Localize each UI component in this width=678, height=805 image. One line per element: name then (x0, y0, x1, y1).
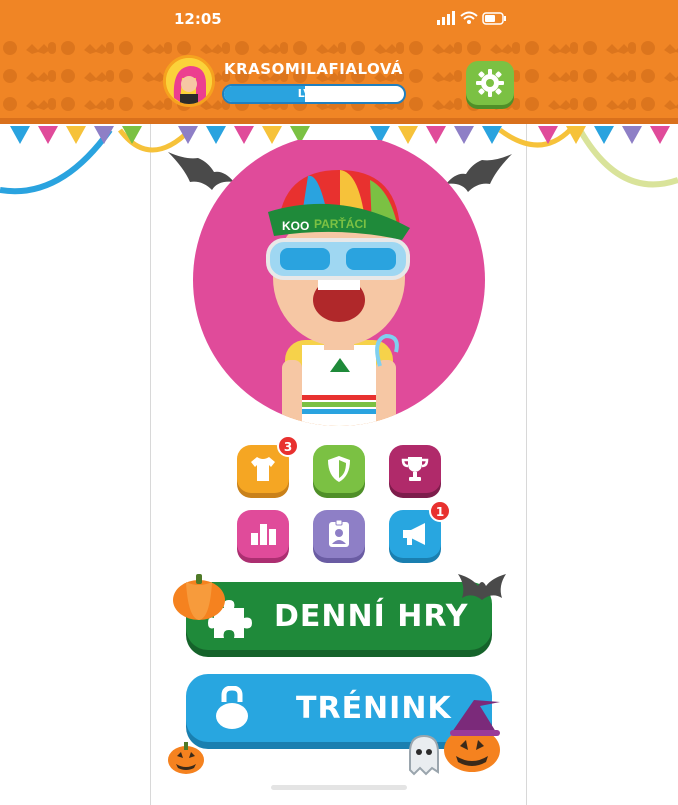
player-character[interactable]: KOO PARŤÁCI (190, 134, 488, 430)
jack-o-lantern-small-icon (168, 742, 204, 774)
shirt-icon (251, 457, 275, 481)
level-label: LVL 6 (297, 87, 331, 100)
ghost-icon (409, 734, 439, 776)
trophy-icon (401, 457, 429, 481)
trophy-button[interactable] (389, 445, 441, 493)
level-progress-bar: LVL 6 (222, 84, 406, 104)
pumpkin-icon (173, 574, 225, 620)
wardrobe-button[interactable]: 3 (237, 435, 299, 493)
id-card-icon (329, 519, 349, 547)
leaderboard-icon (251, 524, 276, 545)
megaphone-icon (403, 523, 425, 545)
settings-button[interactable] (466, 61, 514, 105)
battery-icon (482, 12, 506, 25)
shield-icon (328, 456, 350, 482)
cap-text-left: KOO (282, 219, 309, 233)
character-illustration: KOO PARŤÁCI (193, 134, 485, 426)
megaphone-button[interactable]: 1 (389, 500, 451, 558)
gear-icon (476, 69, 504, 97)
leaderboard-button[interactable] (237, 510, 289, 558)
wifi-icon (460, 11, 478, 24)
bat-icon (458, 574, 506, 600)
witch-pumpkin-icon (444, 700, 500, 772)
status-icons (437, 11, 506, 25)
avatar-face-icon (166, 58, 212, 104)
kettlebell-icon (216, 686, 248, 729)
id-card-button[interactable] (313, 510, 365, 558)
daily-games-button[interactable]: DENNÍ HRY (186, 582, 492, 650)
signal-icon (437, 11, 455, 25)
shield-button[interactable] (313, 445, 365, 493)
wardrobe-badge: 3 (277, 435, 299, 457)
cap-text-right: PARŤÁCI (314, 216, 366, 231)
avatar[interactable] (163, 55, 215, 107)
megaphone-badge: 1 (429, 500, 451, 522)
status-time: 12:05 (174, 10, 222, 28)
home-indicator[interactable] (271, 785, 407, 790)
training-label: TRÉNINK (296, 690, 452, 726)
halloween-pattern (0, 36, 678, 122)
daily-games-label: DENNÍ HRY (274, 598, 469, 634)
username: KRASOMILAFIALOVÁ (224, 60, 404, 78)
